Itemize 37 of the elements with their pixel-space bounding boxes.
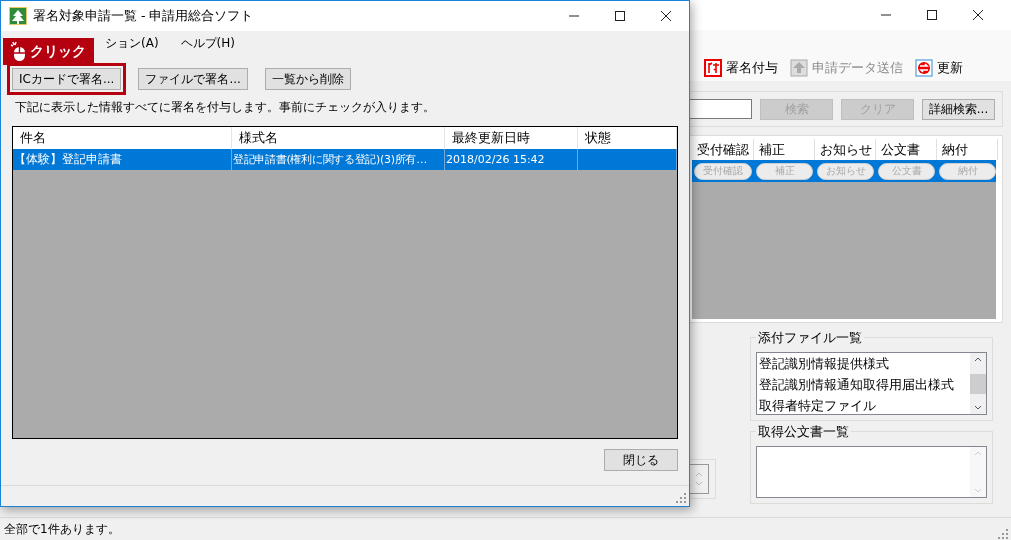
toolbar-button[interactable]: 更新 [915, 59, 963, 77]
toolbar-button[interactable]: 署名付与 [704, 59, 778, 77]
list-item[interactable]: 登記識別情報通知取得用届出様式 [757, 374, 970, 395]
resize-grip[interactable] [675, 492, 686, 503]
maximize-icon[interactable] [927, 10, 937, 20]
instruction-text: 下記に表示した情報すべてに署名を付与します。事前にチェックが入ります。 [14, 99, 436, 116]
click-callout: クリック [3, 38, 94, 65]
search-button[interactable]: 詳細検索... [922, 98, 995, 120]
status-text: 全部で1件あります。 [4, 520, 121, 538]
menu-item[interactable]: ヘルプ(H) [180, 34, 235, 52]
resize-grip[interactable] [997, 527, 1008, 539]
close-button[interactable]: 閉じる [604, 449, 678, 471]
table-cell: 2018/02/26 15:42 [445, 149, 578, 170]
list-item[interactable]: 登記識別情報提供様式 [757, 353, 970, 374]
toolbar-button[interactable]: 一覧から削除 [264, 68, 351, 90]
close-icon[interactable] [973, 10, 983, 20]
search-field[interactable] [690, 99, 752, 119]
menu-item[interactable]: ション(A) [105, 34, 159, 52]
maximize-icon[interactable] [615, 11, 625, 21]
refresh-icon [915, 59, 933, 77]
table-row[interactable]: 【体験】登記申請書 登記申請書(権利に関する登記)(3)所有… 2018/02/26 15:42 [13, 149, 677, 170]
spin-control[interactable] [690, 464, 709, 494]
toolbar-button[interactable]: ファイルで署名... [138, 68, 248, 90]
scrollbar[interactable] [970, 353, 986, 414]
upload-icon [790, 59, 808, 77]
tree-icon [9, 7, 27, 25]
seal-icon [704, 59, 722, 77]
group-label: 取得公文書一覧 [756, 424, 851, 441]
window-title: 署名対象申請一覧 - 申請用総合ソフト [33, 7, 254, 25]
table-cell: 【体験】登記申請書 [13, 149, 232, 170]
list-item[interactable]: 取得者特定ファイル [757, 395, 970, 416]
table-cell: 登記申請書(権利に関する登記)(3)所有… [232, 149, 445, 170]
spin-arrows-icon [695, 470, 703, 488]
toolbar-button[interactable]: ICカードで署名... [12, 68, 122, 90]
group-label: 添付ファイル一覧 [756, 330, 864, 347]
close-icon[interactable] [661, 11, 671, 21]
mouse-icon [10, 41, 26, 62]
